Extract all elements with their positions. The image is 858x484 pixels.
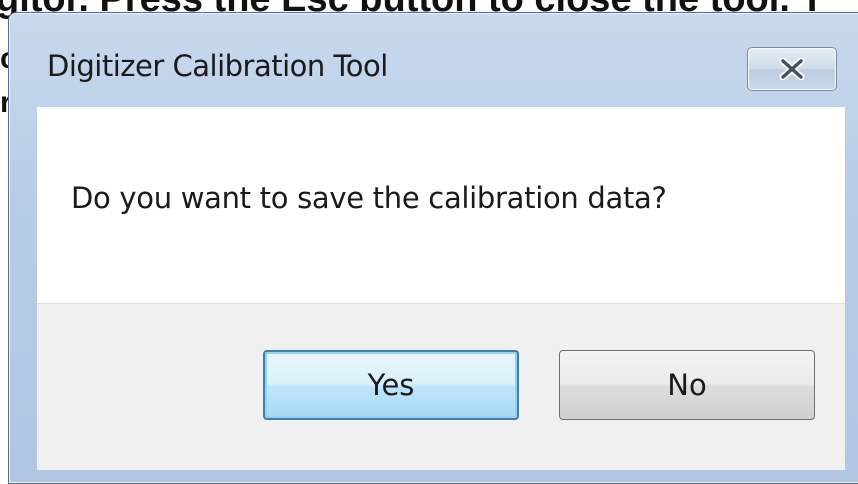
close-x-icon — [748, 48, 836, 90]
yes-button[interactable]: Yes — [263, 350, 519, 420]
calibration-dialog: Digitizer Calibration Tool Do you want t… — [8, 12, 858, 484]
no-button[interactable]: No — [559, 350, 815, 420]
dialog-title: Digitizer Calibration Tool — [47, 49, 388, 83]
dialog-message: Do you want to save the calibration data… — [71, 181, 667, 215]
dialog-button-bar: Yes No — [37, 303, 845, 470]
close-button[interactable] — [747, 47, 837, 91]
dialog-titlebar[interactable]: Digitizer Calibration Tool — [9, 13, 858, 107]
dialog-content: Do you want to save the calibration data… — [37, 107, 845, 470]
